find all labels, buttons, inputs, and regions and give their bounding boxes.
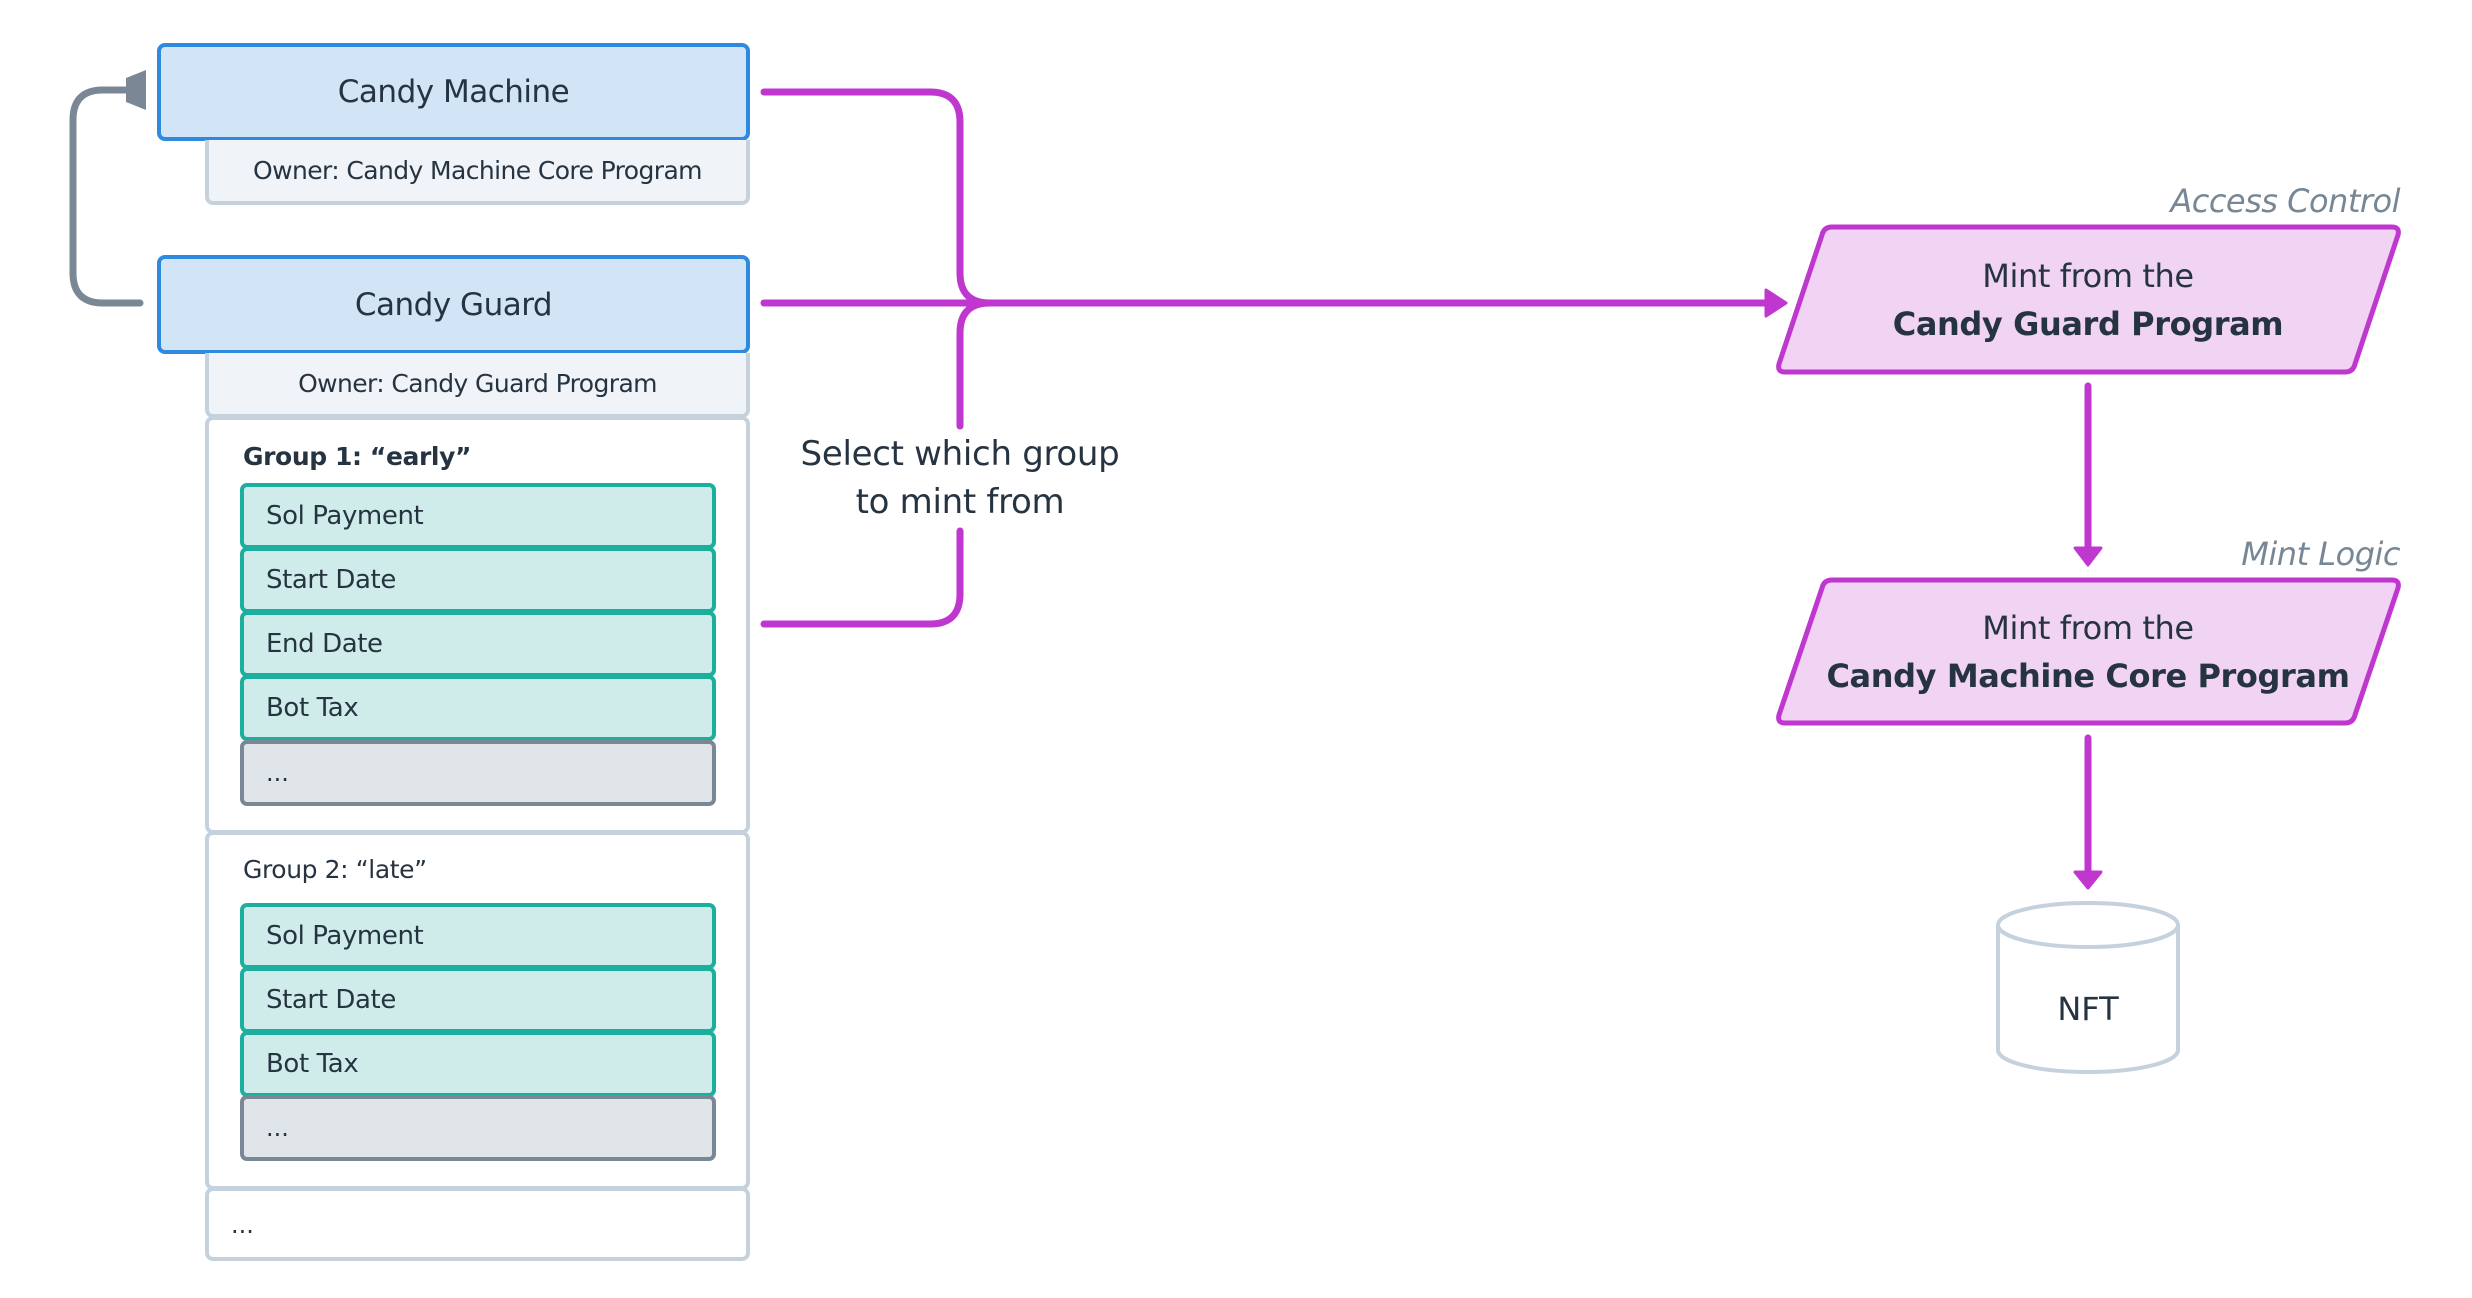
select-group-label: Select which group to mint from: [790, 430, 1130, 526]
more-ellipsis: ...: [266, 759, 289, 787]
guard-item-end-date[interactable]: End Date: [240, 611, 716, 677]
guard-item-label: Bot Tax: [266, 693, 359, 723]
select-group-label-line2: to mint from: [855, 482, 1065, 522]
guard-item-more[interactable]: ...: [240, 740, 716, 806]
group-select-connector-upper: [956, 299, 994, 430]
access-control-label: Access Control: [2170, 182, 2400, 220]
candy-guard-account[interactable]: Candy Guard: [157, 255, 750, 354]
guard-group-early[interactable]: Group 1: “early” Sol Payment Start Date …: [205, 416, 750, 834]
step-text-line1: Mint from the: [1982, 257, 2194, 295]
guard-item-sol-payment[interactable]: Sol Payment: [240, 903, 716, 969]
guard-item-start-date[interactable]: Start Date: [240, 967, 716, 1033]
guard-item-bot-tax[interactable]: Bot Tax: [240, 1031, 716, 1097]
candy-machine-mint-step[interactable]: Mint from the Candy Machine Core Program: [1800, 604, 2376, 700]
candy-guard-owner: Owner: Candy Guard Program: [205, 353, 750, 418]
group-select-connector-lower: [760, 527, 964, 628]
mint-logic-label: Mint Logic: [2241, 535, 2400, 573]
guard-item-label: End Date: [266, 629, 383, 659]
more-ellipsis: ...: [266, 1114, 289, 1142]
guard-item-more[interactable]: ...: [240, 1095, 716, 1161]
guard-item-bot-tax[interactable]: Bot Tax: [240, 675, 716, 741]
step-text-line1: Mint from the: [1982, 609, 2194, 647]
step-text-line2: Candy Guard Program: [1892, 305, 2284, 343]
candy-guard-title: Candy Guard: [354, 286, 553, 323]
group-title: Group 1: “early”: [243, 442, 471, 471]
select-group-label-line1: Select which group: [800, 434, 1120, 474]
candy-machine-account[interactable]: Candy Machine: [157, 43, 750, 141]
nft-cylinder-top: [1996, 901, 2180, 949]
access-control-arrowhead: [1764, 288, 1788, 318]
nft-output[interactable]: NFT: [1998, 990, 2178, 1028]
guard-item-label: Bot Tax: [266, 1049, 359, 1079]
guard-item-label: Sol Payment: [266, 921, 424, 951]
authority-link-arrowhead: [126, 70, 146, 110]
guard-item-label: Start Date: [266, 565, 396, 595]
authority-link-line: [69, 86, 144, 307]
guard-item-label: Start Date: [266, 985, 396, 1015]
candy-machine-owner: Owner: Candy Machine Core Program: [205, 140, 750, 205]
candy-guard-owner-text: Owner: Candy Guard Program: [298, 369, 657, 398]
candy-machine-title: Candy Machine: [337, 74, 570, 110]
guard-item-sol-payment[interactable]: Sol Payment: [240, 483, 716, 549]
more-groups[interactable]: ...: [205, 1187, 750, 1261]
step-text-line2: Candy Machine Core Program: [1826, 657, 2350, 695]
guard-group-late[interactable]: Group 2: “late” Sol Payment Start Date B…: [205, 831, 750, 1190]
candy-machine-connector: [760, 88, 994, 307]
candy-machine-owner-text: Owner: Candy Machine Core Program: [253, 156, 702, 185]
group-title: Group 2: “late”: [243, 855, 427, 884]
flow-arrow-2-head: [2073, 870, 2103, 890]
candy-guard-mint-step[interactable]: Mint from the Candy Guard Program: [1800, 252, 2376, 348]
guard-item-start-date[interactable]: Start Date: [240, 547, 716, 613]
guard-item-label: Sol Payment: [266, 501, 424, 531]
more-groups-ellipsis: ...: [231, 1211, 254, 1239]
